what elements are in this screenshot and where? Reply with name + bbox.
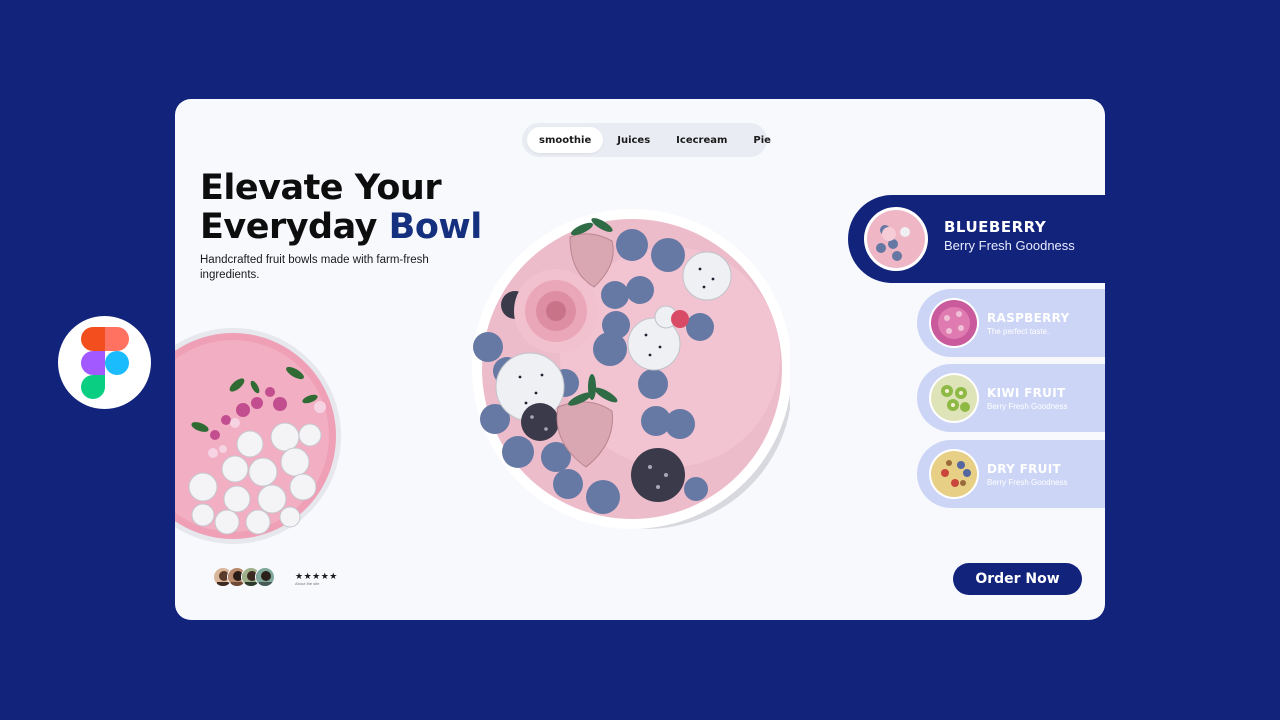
hero-headline: Elevate Your Everyday Bowl bbox=[200, 169, 482, 247]
center-bowl-image bbox=[472, 209, 790, 529]
category-tabs: smoothie Juices Icecream Pie bbox=[522, 123, 771, 157]
kiwi-bowl-icon bbox=[931, 375, 977, 421]
tab-smoothie[interactable]: smoothie bbox=[527, 127, 604, 153]
raspberry-thumbnail bbox=[929, 298, 979, 348]
figma-badge bbox=[58, 316, 151, 409]
option-subtitle: The perfect taste. bbox=[987, 327, 1050, 336]
customer-avatars bbox=[213, 567, 275, 587]
headline-line-2: Everyday Bowl bbox=[200, 208, 482, 247]
option-title: KIWI FRUIT bbox=[987, 386, 1066, 400]
headline-prefix: Everyday bbox=[200, 207, 377, 247]
tab-juices[interactable]: Juices bbox=[605, 127, 662, 153]
dry-fruit-thumbnail bbox=[929, 449, 979, 499]
blueberry-thumbnail bbox=[864, 207, 928, 271]
raspberry-bowl-icon bbox=[931, 300, 977, 346]
option-dry-fruit[interactable]: DRY FRUIT Berry Fresh Goodness bbox=[917, 440, 1105, 508]
rating: ★★★★★ About the site bbox=[295, 571, 338, 586]
option-raspberry[interactable]: RASPBERRY The perfect taste. bbox=[917, 289, 1105, 357]
option-kiwi-fruit[interactable]: KIWI FRUIT Berry Fresh Goodness bbox=[917, 364, 1105, 432]
review-note: About the site bbox=[295, 581, 320, 586]
headline-line-1: Elevate Your bbox=[200, 168, 442, 208]
option-title: DRY FRUIT bbox=[987, 462, 1061, 476]
option-subtitle: Berry Fresh Goodness bbox=[987, 402, 1068, 411]
tab-pie[interactable]: Pie bbox=[741, 127, 783, 153]
option-title: RASPBERRY bbox=[987, 311, 1070, 325]
featured-blueberry[interactable]: BLUEBERRY Berry Fresh Goodness bbox=[848, 195, 1105, 283]
landing-card: smoothie Juices Icecream Pie Elevate You… bbox=[175, 99, 1105, 620]
figma-logo-icon bbox=[80, 326, 129, 399]
dry-fruit-bowl-icon bbox=[931, 451, 977, 497]
headline-accent: Bowl bbox=[388, 207, 483, 247]
featured-title: BLUEBERRY bbox=[944, 218, 1047, 236]
left-bowl-image bbox=[175, 328, 341, 544]
option-subtitle: Berry Fresh Goodness bbox=[987, 478, 1068, 487]
hero-subtext: Handcrafted fruit bowls made with farm-f… bbox=[200, 254, 429, 281]
blueberry-bowl-icon bbox=[867, 210, 925, 268]
avatar bbox=[255, 567, 275, 587]
rating-stars: ★★★★★ bbox=[295, 571, 338, 581]
featured-subtitle: Berry Fresh Goodness bbox=[944, 238, 1075, 253]
tab-icecream[interactable]: Icecream bbox=[664, 127, 739, 153]
kiwi-thumbnail bbox=[929, 373, 979, 423]
order-now-button[interactable]: Order Now bbox=[953, 563, 1082, 595]
